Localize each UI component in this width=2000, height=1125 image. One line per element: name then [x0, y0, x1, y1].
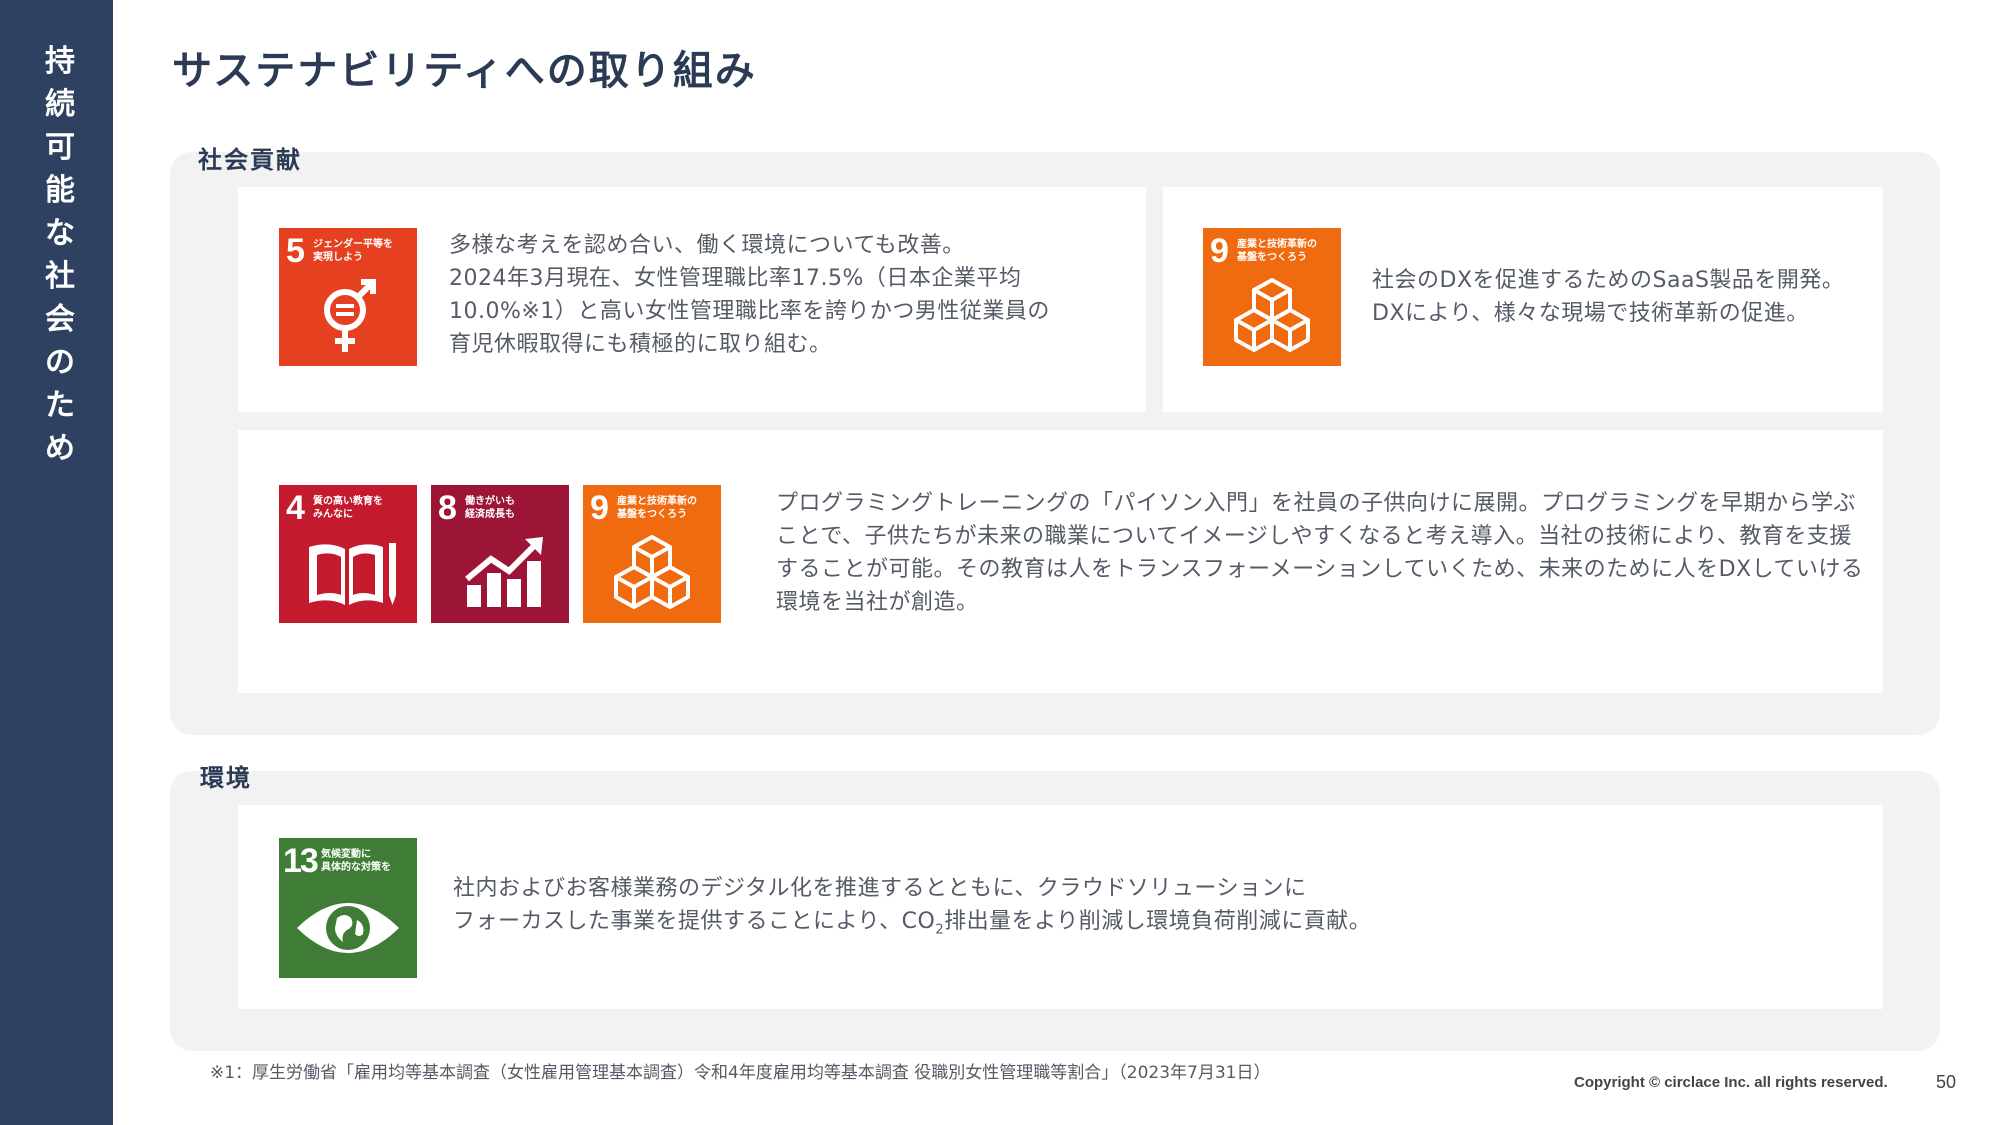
dx-card: 9 産業と技術革新の 基盤をつくろう 社会のDXを促進するためのSaaS製品を開… [1163, 187, 1883, 412]
climate-text: 社内およびお客様業務のデジタル化を推進するとともに、クラウドソリューションに フ… [453, 872, 1653, 946]
sidebar: 持続可能な社会のため [0, 0, 113, 1125]
education-card: 4 質の高い教育を みんなに 8 働きがいも 経済成長も 9 産業と技術革新の … [238, 430, 1883, 693]
gender-card: 5 ジェンダー平等を 実現しよう 多様な考えを認め合い、働く環境についても改善。… [238, 187, 1146, 412]
footnote: ※1：厚生労働省「雇用均等基本調査（女性雇用管理基本調査）令和4年度雇用均等基本… [210, 1063, 1271, 1083]
sdg-goal5-number: 5 [286, 232, 305, 270]
sdg-goal8-label: 働きがいも 経済成長も [465, 496, 515, 520]
sdg-goal13-tile: 13 気候変動に 具体的な対策を [279, 838, 417, 978]
page-number: 50 [1936, 1072, 1957, 1092]
sdg-goal9-number-2: 9 [590, 489, 609, 527]
environment-section-label: 環境 [200, 764, 252, 792]
sdg-goal9-tile: 9 産業と技術革新の 基盤をつくろう [1203, 228, 1341, 366]
sdg-goal4-label: 質の高い教育を みんなに [313, 496, 383, 520]
sdg-goal9-label-2: 産業と技術革新の 基盤をつくろう [617, 496, 697, 520]
sdg-goal13-label: 気候変動に 具体的な対策を [321, 849, 391, 873]
climate-text-line2-before: フォーカスした事業を提供することにより、CO [453, 909, 936, 934]
sdg-goal13-number: 13 [283, 842, 319, 880]
climate-text-line1: 社内およびお客様業務のデジタル化を推進するとともに、クラウドソリューションに [453, 876, 1307, 901]
climate-text-line2: フォーカスした事業を提供することにより、CO2排出量をより削減し環境負荷削減に貢… [453, 905, 1653, 946]
sdg-goal9-number: 9 [1210, 232, 1229, 270]
sidebar-title: 持続可能な社会のため [45, 44, 75, 466]
sdg-goal9-label: 産業と技術革新の 基盤をつくろう [1237, 239, 1317, 263]
sdg-goal5-tile: 5 ジェンダー平等を 実現しよう [279, 228, 417, 366]
copyright: Copyright © circlace Inc. all rights res… [1574, 1074, 1888, 1091]
sdg-goal5-label: ジェンダー平等を 実現しよう [313, 239, 393, 263]
dx-text: 社会のDXを促進するためのSaaS製品を開発。 DXにより、様々な現場で技術革新… [1372, 268, 1845, 326]
social-section-label: 社会貢献 [198, 146, 302, 174]
page-title: サステナビリティへの取り組み [172, 48, 757, 94]
sdg-goal4-number: 4 [286, 489, 305, 527]
gender-text: 多様な考えを認め合い、働く環境についても改善。 2024年3月現在、女性管理職比… [449, 233, 1050, 357]
sdg-goal8-number: 8 [438, 489, 457, 527]
co2-subscript: 2 [935, 922, 945, 938]
sdg-goal9-tile-2: 9 産業と技術革新の 基盤をつくろう [583, 485, 721, 623]
sdg-goal4-tile: 4 質の高い教育を みんなに [279, 485, 417, 623]
education-text: プログラミングトレーニングの「パイソン入門」を社員の子供向けに展開。プログラミン… [776, 491, 1864, 615]
climate-text-line2-after: 排出量をより削減し環境負荷削減に貢献。 [944, 909, 1372, 934]
sdg-goal8-tile: 8 働きがいも 経済成長も [431, 485, 569, 623]
climate-card: 13 気候変動に 具体的な対策を 社内およびお客様業務のデジタル化を推進するとと… [238, 805, 1883, 1009]
